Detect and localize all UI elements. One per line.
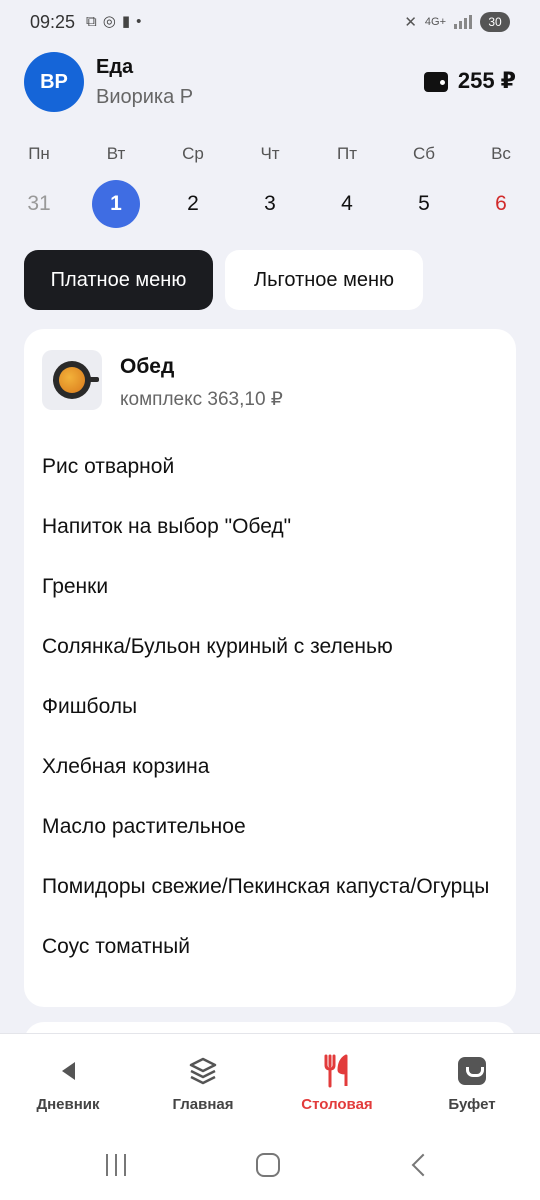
day-name: Пн [28,144,50,163]
day-number[interactable]: 6 [477,180,525,228]
nav-label: Буфет [448,1096,496,1113]
avatar[interactable]: ВР [24,52,84,112]
day-sat[interactable]: Сб 5 [399,140,449,228]
nav-canteen[interactable]: Столовая [277,1054,397,1113]
bottom-nav: Дневник Главная Столовая Буфет [0,1033,540,1128]
diary-icon [8,1054,128,1088]
system-icons: ✕ 4G+ 30 [404,12,510,32]
pan-icon [53,361,99,399]
bag-icon [412,1054,532,1088]
day-tue[interactable]: Вт 1 [91,140,141,228]
day-name: Чт [260,144,280,163]
balance[interactable]: 255 ₽ [423,68,516,94]
wallet-icon [423,70,448,92]
tab-paid-menu[interactable]: Платное меню [24,250,213,310]
day-thu[interactable]: Чт 3 [245,140,295,228]
nav-label: Столовая [301,1096,373,1113]
day-wed[interactable]: Ср 2 [168,140,218,228]
day-name: Пт [336,144,357,163]
trash-icon: ▮ [121,13,131,30]
day-number[interactable]: 3 [246,180,294,228]
dish-item: Солянка/Бульон куриный с зеленью [42,635,393,658]
status-time: 09:25 [30,12,76,32]
signal-icon [454,15,472,29]
dish-item: Гренки [42,575,109,598]
day-name: Ср [182,144,204,163]
dish-item: Напиток на выбор "Обед" [42,515,292,538]
back-icon[interactable] [408,1150,435,1180]
dish-item: Масло растительное [42,815,246,838]
day-number[interactable]: 4 [323,180,371,228]
status-bar: 09:25 ⧉ ◎ ▮ • ✕ 4G+ 30 [0,0,540,48]
day-sun[interactable]: Вс 6 [476,140,526,228]
day-number[interactable]: 2 [169,180,217,228]
system-nav [0,1128,540,1200]
day-name: Вс [491,144,511,163]
home-icon[interactable] [254,1150,282,1180]
header: ВР Еда Виорика Р 255 ₽ [24,52,516,112]
dish-item: Фишболы [42,695,138,718]
notification-icons: ⧉ ◎ ▮ • [86,13,141,31]
fork-knife-icon [277,1054,397,1088]
recents-icon[interactable] [102,1150,130,1180]
day-number-selected[interactable]: 1 [92,180,140,228]
tab-preferential-menu[interactable]: Льготное меню [225,250,423,310]
layers-icon [143,1054,263,1088]
nav-label: Дневник [36,1096,100,1113]
nav-label: Главная [172,1096,234,1113]
dish-item: Рис отварной [42,455,175,478]
dish-list: Рис отварной Напиток на выбор "Обед" Гре… [42,437,492,977]
dish-item: Хлебная корзина [42,755,210,778]
nav-diary[interactable]: Дневник [8,1054,128,1113]
mute-icon: ✕ [404,14,417,31]
whatsapp-icon: ◎ [102,13,116,30]
meal-card[interactable]: Обед комплекс 363,10 ₽ Рис отварной Напи… [24,329,516,1007]
day-mon[interactable]: Пн 31 [14,140,64,228]
user-name[interactable]: Виорика Р [96,86,193,109]
balance-amount: 255 ₽ [457,68,516,93]
day-number[interactable]: 5 [400,180,448,228]
meal-image [42,350,102,410]
meal-price: комплекс 363,10 ₽ [120,389,283,410]
dish-item: Соус томатный [42,935,190,958]
nav-buffet[interactable]: Буфет [412,1054,532,1113]
day-number[interactable]: 31 [15,180,63,228]
network-type: 4G+ [424,16,446,28]
meal-title: Обед [120,355,175,378]
page-title: Еда [96,56,134,78]
screenshot-icon: ⧉ [86,13,97,30]
dish-item: Помидоры свежие/Пекинская капуста/Огурцы [42,875,490,898]
dot-icon: • [136,13,142,30]
nav-main[interactable]: Главная [143,1054,263,1113]
day-fri[interactable]: Пт 4 [322,140,372,228]
day-name: Сб [412,144,435,163]
battery-icon: 30 [480,12,510,32]
week-selector: Пн 31 Вт 1 Ср 2 Чт 3 Пт 4 Сб 5 Вс 6 [0,140,540,240]
day-name: Вт [106,144,126,163]
